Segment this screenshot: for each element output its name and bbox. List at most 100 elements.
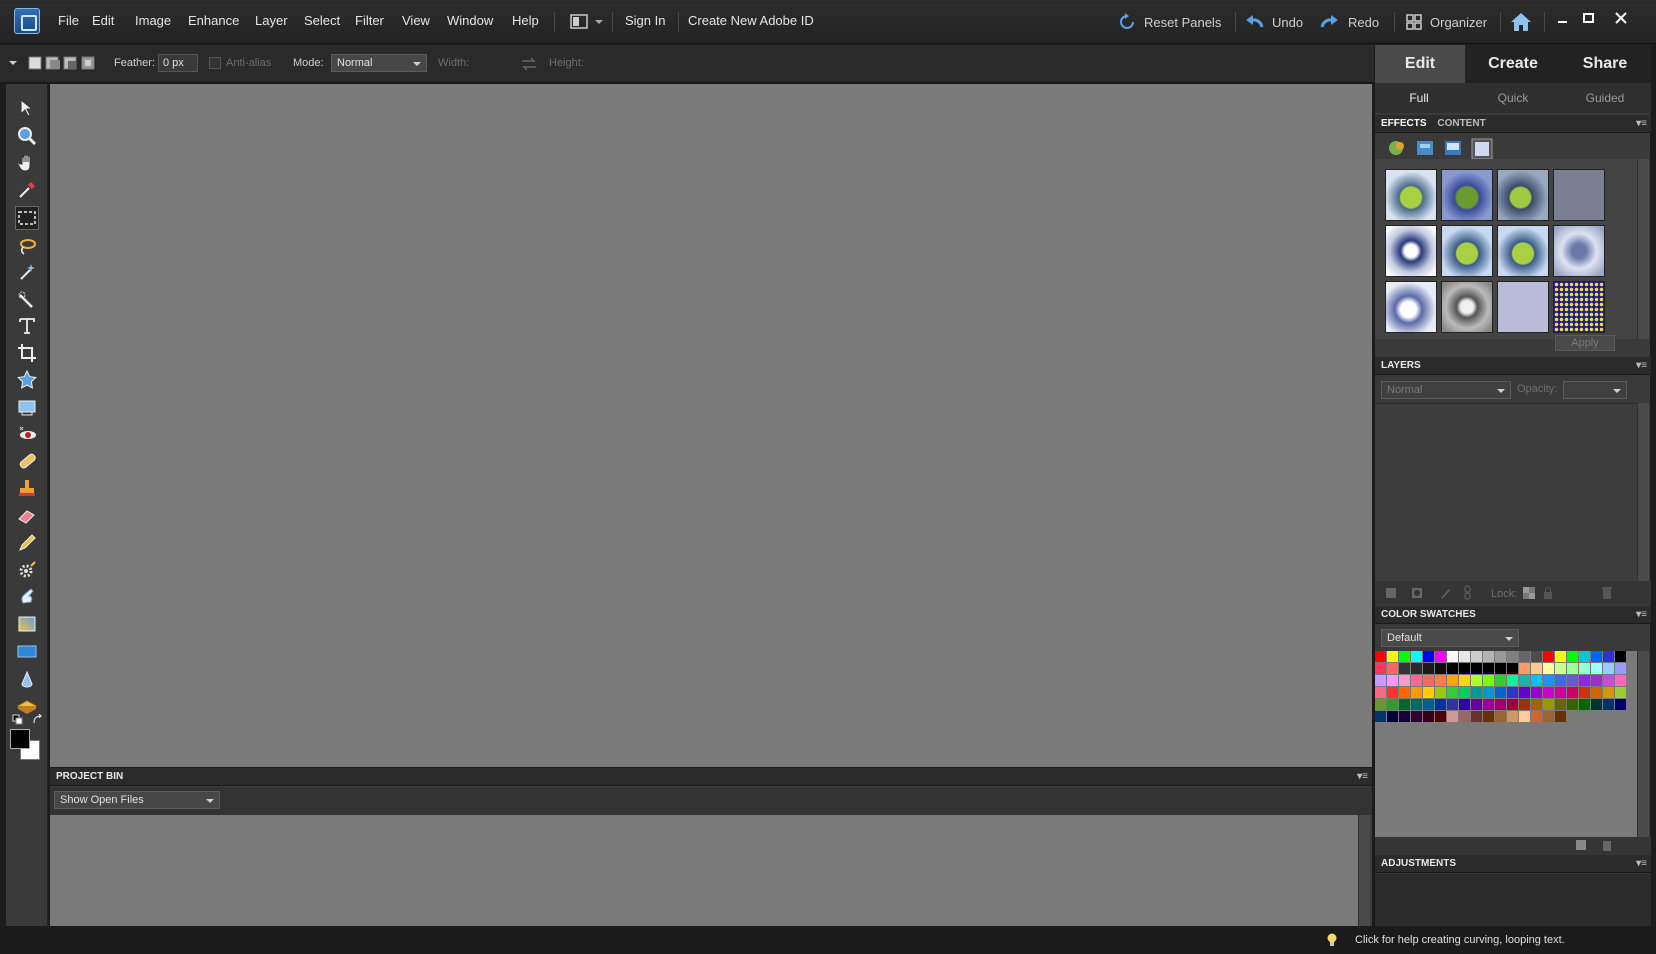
sign-in-link[interactable]: Sign In [625,13,665,28]
tab-effects[interactable]: EFFECTS [1381,118,1427,129]
foreground-color-swatch[interactable] [10,729,30,749]
color-swatch[interactable] [1399,687,1410,698]
color-swatch[interactable] [1615,675,1626,686]
tool-tip-link[interactable]: Click for help creating curving, looping… [1355,934,1565,946]
color-swatch[interactable] [1375,699,1386,710]
swap-dimensions-button[interactable] [520,57,538,71]
color-swatch[interactable] [1519,663,1530,674]
color-swatch[interactable] [1399,675,1410,686]
color-swatch[interactable] [1555,699,1566,710]
color-swatch[interactable] [1603,651,1614,662]
color-swatch[interactable] [1399,711,1410,722]
panel-menu-icon[interactable]: ▾≡ [1636,609,1647,620]
color-swatch[interactable] [1531,711,1542,722]
panel-menu-icon[interactable]: ▾≡ [1357,771,1368,782]
color-swatch[interactable] [1375,651,1386,662]
anti-alias-checkbox[interactable] [209,57,221,69]
color-swatch[interactable] [1507,699,1518,710]
create-adobe-id-link[interactable]: Create New Adobe ID [688,13,814,28]
color-swatch[interactable] [1459,699,1470,710]
color-swatch[interactable] [1531,699,1542,710]
color-swatch[interactable] [1507,687,1518,698]
color-swatch[interactable] [1483,711,1494,722]
color-swatch[interactable] [1615,699,1626,710]
color-swatch[interactable] [1387,711,1398,722]
crop-tool[interactable] [15,341,39,365]
color-swatch[interactable] [1375,675,1386,686]
color-swatch[interactable] [1459,651,1470,662]
color-swatch[interactable] [1615,663,1626,674]
redo-button[interactable]: Redo [1320,11,1379,33]
effect-thumbnail[interactable] [1553,281,1605,333]
color-swatch[interactable] [1495,711,1506,722]
color-swatch[interactable] [1375,687,1386,698]
color-swatch[interactable] [1603,699,1614,710]
color-swatch[interactable] [1543,687,1554,698]
show-files-select[interactable]: Show Open Files [54,791,220,809]
color-swatch[interactable] [1555,675,1566,686]
arrange-documents-button[interactable] [570,13,604,31]
menu-view[interactable]: View [402,13,430,28]
effect-thumbnail[interactable] [1553,225,1605,277]
color-swatch[interactable] [1591,651,1602,662]
color-swatch[interactable] [1399,663,1410,674]
color-swatch[interactable] [1447,651,1458,662]
color-swatch[interactable] [1423,675,1434,686]
color-swatch[interactable] [1471,687,1482,698]
color-swatch[interactable] [1459,687,1470,698]
color-swatch[interactable] [1471,699,1482,710]
project-bin-content[interactable] [50,815,1358,926]
color-swatch[interactable] [1447,675,1458,686]
undo-button[interactable]: Undo [1244,11,1303,33]
color-swatch[interactable] [1603,663,1614,674]
color-swatch[interactable] [1519,651,1530,662]
project-bin-scrollbar[interactable] [1358,815,1370,926]
color-swatch[interactable] [1519,699,1530,710]
color-swatch[interactable] [1543,651,1554,662]
color-swatch[interactable] [1555,663,1566,674]
color-swatch[interactable] [1531,651,1542,662]
menu-file[interactable]: File [58,13,79,28]
menu-select[interactable]: Select [304,13,340,28]
maximize-button[interactable] [1582,12,1596,26]
color-swatch[interactable] [1435,687,1446,698]
swatches-scrollbar[interactable] [1637,651,1649,837]
color-swatch[interactable] [1423,687,1434,698]
mode-select[interactable]: Normal [331,54,427,72]
color-swatch[interactable] [1615,687,1626,698]
eraser-tool[interactable] [15,504,39,528]
color-swatch[interactable] [1387,663,1398,674]
brush-tool[interactable] [15,558,39,582]
color-swatch[interactable] [1483,699,1494,710]
gradient-tool[interactable] [15,612,39,636]
color-swatch[interactable] [1507,711,1518,722]
close-button[interactable] [1614,11,1628,25]
type-tool[interactable] [15,314,39,338]
color-swatch[interactable] [1483,651,1494,662]
layers-list[interactable] [1375,403,1637,581]
color-swatch[interactable] [1435,663,1446,674]
color-swatch[interactable] [1459,675,1470,686]
swatch-preset-select[interactable]: Default [1381,629,1519,647]
default-colors-button[interactable] [12,714,24,726]
smudge-tool[interactable] [15,584,39,608]
menu-image[interactable]: Image [135,13,171,28]
color-swatch[interactable] [1411,711,1422,722]
color-swatch[interactable] [1399,651,1410,662]
straighten-tool[interactable] [15,395,39,419]
color-swatch[interactable] [1411,663,1422,674]
color-swatch[interactable] [1579,687,1590,698]
red-eye-removal-tool[interactable] [15,422,39,446]
color-swatch[interactable] [1411,699,1422,710]
menu-filter[interactable]: Filter [355,13,384,28]
color-swatch[interactable] [1423,663,1434,674]
effect-thumbnail[interactable] [1441,225,1493,277]
color-swatch[interactable] [1471,651,1482,662]
color-swatch[interactable] [1543,663,1554,674]
menu-help[interactable]: Help [512,13,539,28]
panel-menu-icon[interactable]: ▾≡ [1636,858,1647,869]
pencil-tool[interactable] [15,531,39,555]
blur-tool[interactable] [15,668,39,692]
color-swatch[interactable] [1555,711,1566,722]
color-swatch[interactable] [1483,675,1494,686]
